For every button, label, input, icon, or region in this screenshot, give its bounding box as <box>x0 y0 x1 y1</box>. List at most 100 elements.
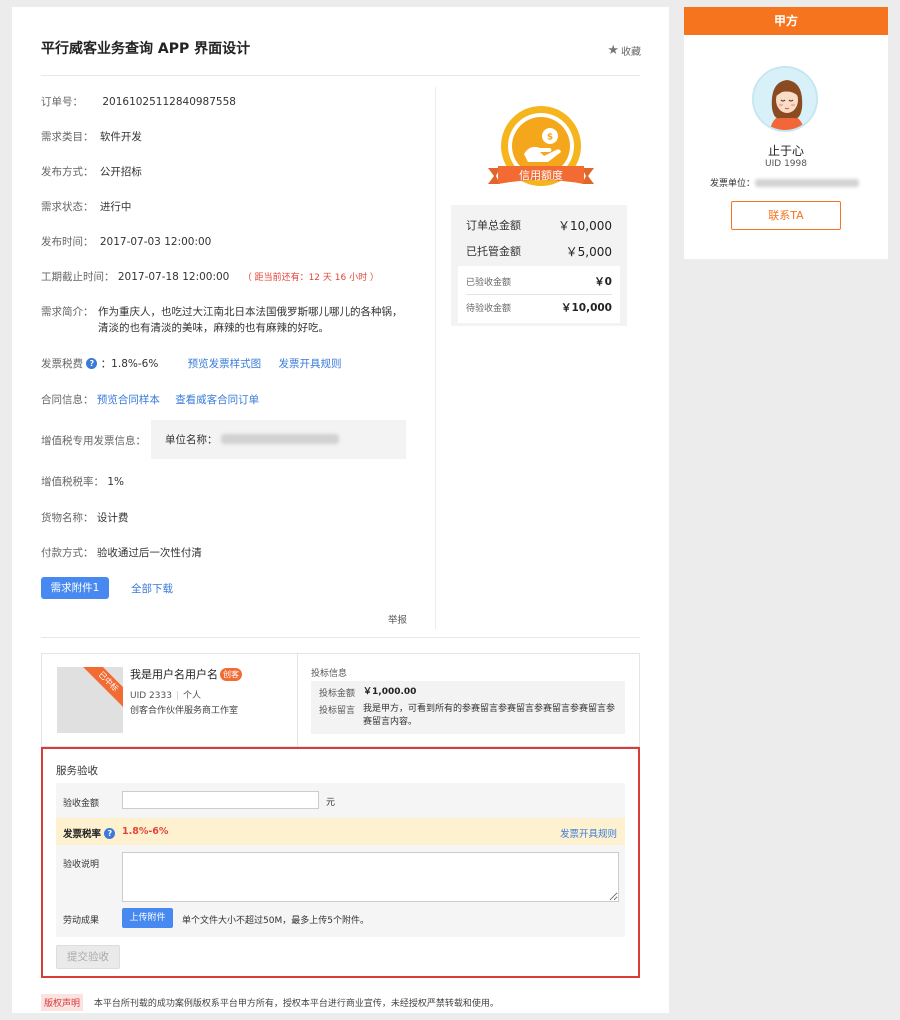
category-label: 需求类目： <box>41 131 94 143</box>
upload-hint: 单个文件大小不超过50M，最多上传5个附件。 <box>182 916 369 926</box>
download-all-link[interactable]: 全部下载 <box>131 581 173 596</box>
svg-text:$: $ <box>547 133 553 143</box>
invoice-tax-label: 发票税费 <box>41 358 83 370</box>
accepted-value: ￥0 <box>594 276 612 288</box>
invoice-rules-link[interactable]: 发票开具规则 <box>279 358 342 370</box>
tax-rate-label-wrap: 发票税率 ? <box>63 826 116 840</box>
bidder-name-row: 我是用户名用户名 创客 <box>130 666 242 682</box>
deadline-row: 工期截止时间： 2017-07-18 12:00:00 （ 距当前还有：12 天… <box>41 269 379 284</box>
bid-message-value: 我是甲方，可看到所有的参赛留言参赛留言参赛留言参赛留言参赛留言内容。 <box>363 704 616 727</box>
report-link[interactable]: 举报 <box>388 612 407 626</box>
sidebar-header: 甲方 <box>684 7 888 35</box>
vat-rate-value: 1% <box>107 476 125 488</box>
order-no-row: 订单号： 20161025112840987558 <box>41 94 236 109</box>
pending-value: ￥10,000 <box>560 302 612 314</box>
tax-rate-row: 发票税率 ? 1.8%-6% 发票开具规则 <box>56 818 625 845</box>
payment-label: 付款方式： <box>41 547 94 559</box>
invoice-tax-row: 发票税费 ? ：1.8%-6% 预览发票样式图 发票开具规则 <box>41 356 342 371</box>
invoice-unit-row: 发票单位： <box>710 176 860 189</box>
bidder-type: 个人 <box>182 691 201 701</box>
tax-rate-value: 1.8%-6% <box>122 826 169 837</box>
bid-message-label: 投标留言 <box>319 706 356 716</box>
bidder-card: 已中标 我是用户名用户名 创客 UID 2333 | 个人 创客合作伙伴服务商工作室 … <box>41 653 640 747</box>
vat-rate-row: 增值税税率： 1% <box>41 474 124 489</box>
bid-info-box: 投标金额 ￥1,000.00 投标留言 我是甲方，可看到所有的参赛留言参赛留言参… <box>311 681 625 734</box>
goods-value: 设计费 <box>96 512 129 524</box>
category-row: 需求类目： 软件开发 <box>41 129 142 144</box>
preview-invoice-link[interactable]: 预览发票样式图 <box>188 358 262 370</box>
divider <box>41 637 640 638</box>
tax-rate-label: 发票税率 <box>63 829 102 840</box>
favorite-label: 收藏 <box>621 47 641 58</box>
bidder-thumbnail[interactable]: 已中标 <box>57 667 123 733</box>
preview-contract-link[interactable]: 预览合同样本 <box>97 394 160 406</box>
favorite-button[interactable]: ★ 收藏 <box>607 43 641 58</box>
bidder-uid-row: UID 2333 | 个人 <box>130 691 201 701</box>
main-panel: 平行威客业务查询 APP 界面设计 ★ 收藏 订单号： 201610251128… <box>12 7 669 1013</box>
acceptance-amount-label: 验收金额 <box>63 799 100 809</box>
service-acceptance-title: 服务验收 <box>56 765 98 777</box>
category-value: 软件开发 <box>99 131 142 143</box>
contact-button[interactable]: 联系TA <box>731 201 841 230</box>
submit-acceptance-button[interactable]: 提交验收 <box>56 945 120 969</box>
summary-row: 需求简介： 作为重庆人，也吃过大江南北日本法国俄罗斯哪儿哪儿的各种锅，清淡的也有… <box>41 304 411 336</box>
escrow-row: 已托管金额 ￥5,000 <box>458 238 620 264</box>
acceptance-note-label: 验收说明 <box>63 860 100 870</box>
bidder-studio: 创客合作伙伴服务商工作室 <box>130 706 239 716</box>
bidder-name[interactable]: 我是用户名用户名 <box>130 668 218 681</box>
order-total-value: ￥10,000 <box>558 218 612 233</box>
amount-unit: 元 <box>326 798 336 808</box>
view-contract-order-link[interactable]: 查看威客合同订单 <box>175 394 259 406</box>
divider <box>41 75 640 76</box>
escrow-label: 已托管金额 <box>466 245 521 258</box>
bid-amount-value: ￥1,000.00 <box>363 687 417 697</box>
help-icon[interactable]: ? <box>104 828 116 839</box>
credit-badge-label: 信用额度 <box>519 168 563 182</box>
blurred-invoice-unit <box>755 179 860 187</box>
publish-mode-label: 发布方式： <box>41 166 94 178</box>
bid-info-title: 投标信息 <box>311 669 348 679</box>
status-label: 需求状态： <box>41 201 94 213</box>
summary-label: 需求简介： <box>41 306 94 318</box>
attachment-button[interactable]: 需求附件1 <box>41 577 109 599</box>
pending-row: 待验收金额 ￥10,000 <box>466 295 612 320</box>
publish-mode-value: 公开招标 <box>99 166 142 178</box>
blurred-unit-name <box>220 434 339 444</box>
client-uid: UID 1998 <box>765 159 807 169</box>
vat-invoice-label: 增值税专用发票信息： <box>41 435 146 447</box>
summary-value: 作为重庆人，也吃过大江南北日本法国俄罗斯哪儿哪儿的各种锅，清淡的也有清淡的美味，… <box>98 306 403 334</box>
bidder-tag: 创客 <box>220 668 242 681</box>
order-total-label: 订单总金额 <box>466 219 521 232</box>
payment-value: 验收通过后一次性付清 <box>96 547 202 559</box>
status-value: 进行中 <box>99 201 132 213</box>
bid-amount-label: 投标金额 <box>319 689 356 699</box>
bidder-uid: UID 2333 <box>130 691 172 701</box>
order-no-label: 订单号： <box>41 96 83 108</box>
publish-time-row: 发布时间： 2017-07-03 12:00:00 <box>41 234 211 249</box>
acceptance-note-textarea[interactable] <box>122 852 619 902</box>
work-result-label: 劳动成果 <box>63 916 100 926</box>
credit-badge-icon: $ 信用额度 <box>488 106 594 186</box>
bid-amount-row: 投标金额 ￥1,000.00 <box>319 686 617 699</box>
won-bid-ribbon: 已中标 <box>78 667 123 712</box>
escrow-value: ￥5,000 <box>565 244 612 259</box>
deadline-value: 2017-07-18 12:00:00 <box>117 271 230 283</box>
goods-label: 货物名称： <box>41 512 94 524</box>
goods-row: 货物名称： 设计费 <box>41 510 128 525</box>
divider-vertical <box>435 87 436 629</box>
avatar[interactable] <box>752 66 818 132</box>
help-icon[interactable]: ? <box>86 358 98 369</box>
vat-invoice-row: 增值税专用发票信息： <box>41 433 146 448</box>
star-icon: ★ <box>607 43 619 58</box>
user-avatar-icon <box>754 68 816 130</box>
bid-message-row: 投标留言 我是甲方，可看到所有的参赛留言参赛留言参赛留言参赛留言参赛留言内容。 <box>319 703 617 729</box>
credit-amounts-box: 订单总金额 ￥10,000 已托管金额 ￥5,000 已验收金额 ￥0 待验收金… <box>451 205 627 326</box>
pending-label: 待验收金额 <box>466 304 512 314</box>
acceptance-amount-input[interactable] <box>122 791 319 809</box>
invoice-rules-link[interactable]: 发票开具规则 <box>560 826 617 840</box>
client-name: 止于心 <box>767 144 804 158</box>
deadline-label: 工期截止时间： <box>41 271 115 283</box>
service-acceptance-form: 验收金额 元 发票税率 ? 1.8%-6% 发票开具规则 验收说明 劳动成果 上… <box>56 783 625 937</box>
upload-attachment-button[interactable]: 上传附件 <box>122 908 173 928</box>
order-no-value: 20161025112840987558 <box>102 96 236 108</box>
